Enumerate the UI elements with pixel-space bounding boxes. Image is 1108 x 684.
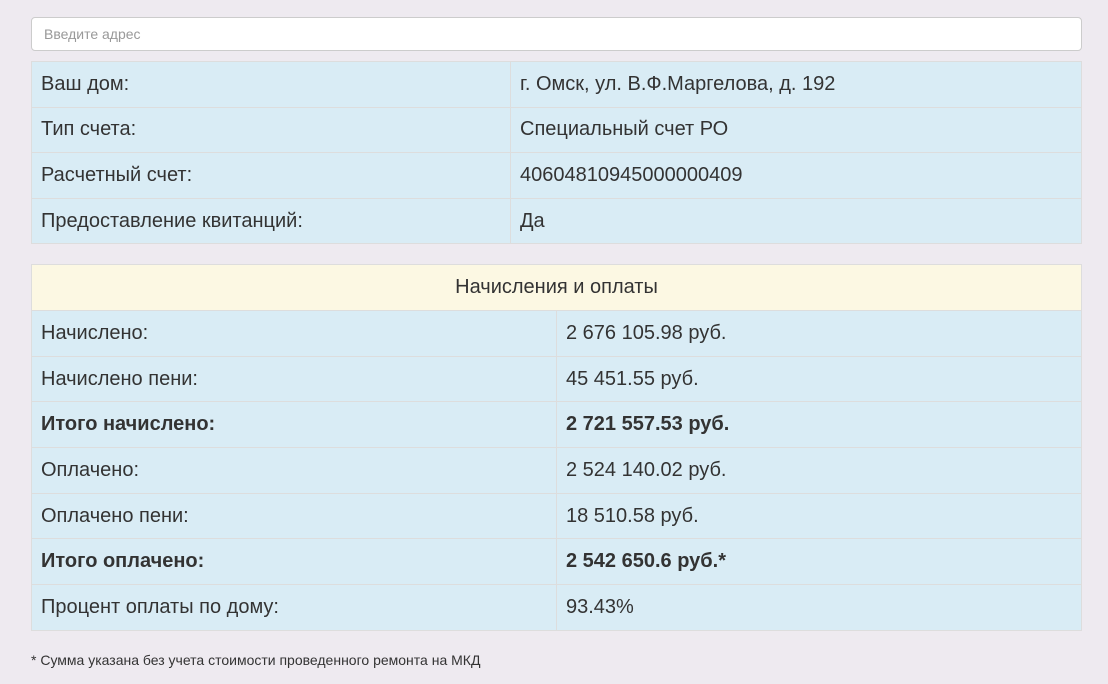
house-address-label: Ваш дом: [31,61,511,108]
payment-percent-value: 93.43% [556,584,1082,631]
payments-row-accrued-penalty: Начислено пени: 45 451.55 руб. [31,355,1082,403]
payments-table: Начисления и оплаты Начислено: 2 676 105… [31,264,1082,631]
payments-row-paid-penalty: Оплачено пени: 18 510.58 руб. [31,492,1082,540]
account-number-label: Расчетный счет: [31,152,511,199]
house-row-address: Ваш дом: г. Омск, ул. В.Ф.Маргелова, д. … [31,61,1082,108]
footnote: * Сумма указана без учета стоимости пров… [31,652,481,668]
total-paid-value: 2 542 650.6 руб.* [556,538,1082,586]
paid-penalty-label: Оплачено пени: [31,492,557,540]
house-info-table: Ваш дом: г. Омск, ул. В.Ф.Маргелова, д. … [31,61,1082,245]
total-paid-label: Итого оплачено: [31,538,557,586]
house-address-value: г. Омск, ул. В.Ф.Маргелова, д. 192 [510,61,1082,108]
receipts-label: Предоставление квитанций: [31,197,511,245]
total-accrued-label: Итого начислено: [31,401,557,449]
accrued-value: 2 676 105.98 руб. [556,310,1082,357]
payments-row-accrued: Начислено: 2 676 105.98 руб. [31,310,1082,357]
account-number-value: 40604810945000000409 [510,152,1082,199]
paid-value: 2 524 140.02 руб. [556,447,1082,494]
total-accrued-value: 2 721 557.53 руб. [556,401,1082,449]
payments-row-total-paid: Итого оплачено: 2 542 650.6 руб.* [31,538,1082,586]
account-type-value: Специальный счет РО [510,106,1082,154]
payments-row-paid: Оплачено: 2 524 140.02 руб. [31,447,1082,494]
payments-table-title: Начисления и оплаты [31,264,1082,311]
address-search-input[interactable] [31,17,1082,51]
accrued-penalty-value: 45 451.55 руб. [556,355,1082,403]
account-type-label: Тип счета: [31,106,511,154]
accrued-label: Начислено: [31,310,557,357]
house-row-account-type: Тип счета: Специальный счет РО [31,106,1082,154]
payments-row-total-accrued: Итого начислено: 2 721 557.53 руб. [31,401,1082,449]
paid-label: Оплачено: [31,447,557,494]
receipts-value: Да [510,197,1082,245]
payment-percent-label: Процент оплаты по дому: [31,584,557,631]
payments-header-row: Начисления и оплаты [31,264,1082,311]
house-row-receipts: Предоставление квитанций: Да [31,197,1082,245]
payments-row-payment-percent: Процент оплаты по дому: 93.43% [31,584,1082,631]
accrued-penalty-label: Начислено пени: [31,355,557,403]
paid-penalty-value: 18 510.58 руб. [556,492,1082,540]
house-row-account-number: Расчетный счет: 40604810945000000409 [31,152,1082,199]
